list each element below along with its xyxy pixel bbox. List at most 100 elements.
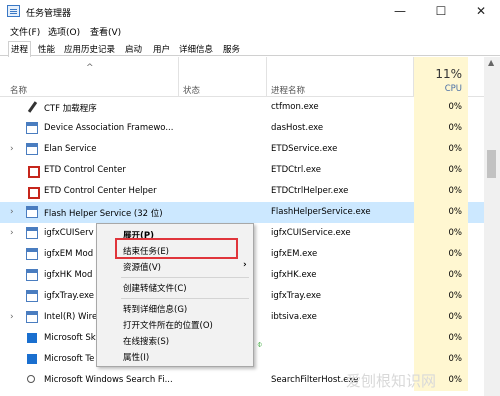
- table-row-selected[interactable]: › Flash Helper Service (32 位) FlashHelpe…: [0, 202, 484, 223]
- menu-item-label: 打开文件所在的位置(O): [123, 321, 213, 331]
- cpu-cell: 0%: [414, 223, 468, 244]
- cursor-icon: ⌽: [257, 340, 263, 350]
- column-name[interactable]: 名称: [10, 84, 27, 96]
- tab-bar: 进程 性能 应用历史记录 启动 用户 详细信息 服务: [0, 40, 500, 57]
- cpu-total-percent: 11%: [435, 67, 462, 81]
- menu-item-label: 转到详细信息(G): [123, 305, 188, 315]
- table-row[interactable]: ETD Control Center ETDCtrl.exe 0%: [0, 160, 484, 181]
- process-name: ETD Control Center: [44, 165, 126, 175]
- process-name: Device Association Framewo...: [44, 123, 174, 133]
- column-header: ^ 名称 状态 进程名称 11% CPU: [0, 57, 484, 97]
- cpu-value: 0%: [448, 123, 463, 133]
- vertical-scrollbar[interactable]: ▲: [484, 57, 500, 396]
- window-icon: [26, 206, 38, 218]
- end-task-highlight-box: [115, 238, 238, 259]
- expand-chevron-icon[interactable]: ›: [10, 144, 14, 154]
- submenu-arrow-icon: ›: [243, 260, 247, 270]
- expand-chevron-icon[interactable]: ›: [10, 207, 14, 217]
- maximize-button[interactable]: ☐: [421, 0, 461, 24]
- process-name: Microsoft Te: [44, 354, 95, 364]
- table-row[interactable]: › Elan Service ETDService.exe 0%: [0, 139, 484, 160]
- menu-view[interactable]: 查看(V): [90, 25, 121, 38]
- process-name: igfxCUIServ: [44, 228, 94, 238]
- menu-options[interactable]: 选项(O): [48, 25, 80, 38]
- process-name: igfxTray.exe: [44, 291, 95, 301]
- column-divider[interactable]: [266, 57, 267, 97]
- pen-icon: [26, 101, 38, 113]
- cpu-cell: 0%: [414, 118, 468, 139]
- tab-users[interactable]: 用户: [150, 41, 173, 56]
- menu-item-create-dump[interactable]: 创建转储文件(C): [97, 279, 253, 296]
- window-icon: [26, 311, 38, 323]
- tab-processes[interactable]: 进程: [8, 41, 32, 57]
- table-row[interactable]: CTF 加载程序 ctfmon.exe 0%: [0, 97, 484, 118]
- window-icon: [26, 248, 38, 260]
- process-exe: igfxHK.exe: [271, 270, 317, 280]
- process-exe: dasHost.exe: [271, 123, 324, 133]
- minimize-button[interactable]: —: [380, 0, 420, 24]
- cpu-cell: 0%: [414, 328, 468, 349]
- process-exe: FlashHelperService.exe: [271, 207, 371, 217]
- window-title: 任务管理器: [26, 9, 72, 19]
- column-process-name[interactable]: 进程名称: [271, 84, 305, 96]
- expand-chevron-icon[interactable]: ›: [10, 228, 14, 238]
- cpu-value: 0%: [448, 144, 463, 154]
- table-row[interactable]: Device Association Framewo... dasHost.ex…: [0, 118, 484, 139]
- tab-services[interactable]: 服务: [220, 41, 243, 56]
- cpu-cell: 0%: [414, 244, 468, 265]
- menu-item-properties[interactable]: 属性(I): [97, 348, 253, 365]
- menu-separator: [121, 298, 249, 299]
- cpu-value: 0%: [448, 375, 463, 385]
- tab-startup[interactable]: 启动: [122, 41, 145, 56]
- menu-item-label: 创建转储文件(C): [123, 284, 187, 294]
- cpu-cell: 0%: [414, 349, 468, 370]
- microsoft-icon: [26, 353, 38, 365]
- expand-chevron-icon[interactable]: ›: [10, 312, 14, 322]
- cpu-cell: 0%: [414, 139, 468, 160]
- menu-item-label: 资源值(V): [123, 263, 161, 273]
- process-exe: ETDCtrlHelper.exe: [271, 186, 349, 196]
- title-bar: 任务管理器 — ☐ ✕: [0, 0, 500, 24]
- tab-app-history[interactable]: 应用历史记录: [61, 41, 118, 56]
- close-button[interactable]: ✕: [461, 0, 500, 24]
- tab-details[interactable]: 详细信息: [176, 41, 216, 56]
- menu-item-resource-values[interactable]: 资源值(V) ›: [97, 258, 253, 275]
- cpu-cell: 0%: [414, 202, 468, 223]
- cpu-value: 0%: [448, 207, 463, 217]
- sort-caret-icon[interactable]: ^: [86, 63, 94, 73]
- etd-icon: [26, 185, 40, 199]
- cpu-cell: 0%: [414, 97, 468, 118]
- cpu-value: 0%: [448, 165, 463, 175]
- menu-item-search-online[interactable]: 在线搜索(S): [97, 332, 253, 349]
- window-icon: [26, 143, 38, 155]
- task-manager-icon: [7, 5, 20, 17]
- menu-item-go-to-details[interactable]: 转到详细信息(G): [97, 300, 253, 317]
- scroll-up-icon[interactable]: ▲: [488, 58, 494, 67]
- column-status[interactable]: 状态: [183, 84, 200, 96]
- process-exe: ctfmon.exe: [271, 102, 319, 112]
- table-row[interactable]: ETD Control Center Helper ETDCtrlHelper.…: [0, 181, 484, 202]
- cpu-value: 0%: [448, 312, 463, 322]
- cpu-cell: 0%: [414, 160, 468, 181]
- watermark: 爱刨根知识网: [346, 372, 437, 390]
- menu-file[interactable]: 文件(F): [10, 25, 40, 38]
- cpu-cell: 0%: [414, 265, 468, 286]
- cpu-value: 0%: [448, 270, 463, 280]
- cpu-value: 0%: [448, 228, 463, 238]
- cpu-value: 0%: [448, 354, 463, 364]
- menu-separator: [121, 277, 249, 278]
- column-divider[interactable]: [178, 57, 179, 97]
- process-name: Microsoft Windows Search Fi...: [44, 375, 173, 385]
- process-name: Microsoft Sk: [44, 333, 96, 343]
- process-name: ETD Control Center Helper: [44, 186, 157, 196]
- menu-bar: 文件(F) 选项(O) 查看(V): [0, 24, 500, 39]
- cpu-cell: 0%: [414, 286, 468, 307]
- scroll-thumb[interactable]: [487, 150, 496, 178]
- window-icon: [26, 290, 38, 302]
- process-name: Intel(R) Wire: [44, 312, 98, 322]
- cpu-value: 0%: [448, 249, 463, 259]
- menu-item-open-file-location[interactable]: 打开文件所在的位置(O): [97, 316, 253, 333]
- tab-performance[interactable]: 性能: [35, 41, 58, 56]
- search-icon: [26, 374, 38, 386]
- column-cpu[interactable]: 11% CPU: [414, 57, 468, 97]
